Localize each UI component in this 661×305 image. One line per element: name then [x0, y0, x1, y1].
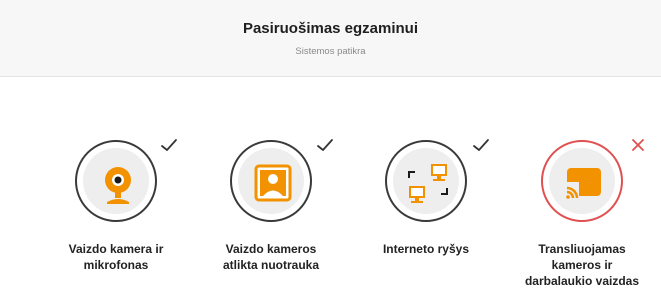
checkmark-icon — [317, 139, 333, 151]
photo-portrait-icon — [254, 164, 292, 202]
network-computers-icon — [408, 164, 448, 203]
page-header: Pasiruošimas egzaminui Sistemos patikra — [0, 0, 661, 77]
check-label: Vaizdo kamera ir mikrofonas — [68, 242, 164, 272]
page-title: Pasiruošimas egzaminui — [242, 20, 419, 37]
check-label: Vaizdo kameros atlikta nuotrauka — [222, 242, 320, 272]
check-circle — [75, 140, 157, 222]
check-circle-failed — [541, 140, 623, 222]
webcam-icon — [105, 167, 131, 204]
screen-cast-icon — [563, 168, 601, 200]
error-x-icon — [632, 139, 644, 151]
check-label: Interneto ryšys — [382, 242, 470, 256]
checkmark-icon — [161, 139, 177, 151]
page-subtitle: Sistemos patikra — [295, 46, 366, 57]
check-circle — [230, 140, 312, 222]
checkmark-icon — [473, 139, 489, 151]
check-label: Transliuojamas kameros ir darbalaukio va… — [524, 242, 640, 288]
check-circle — [385, 140, 467, 222]
